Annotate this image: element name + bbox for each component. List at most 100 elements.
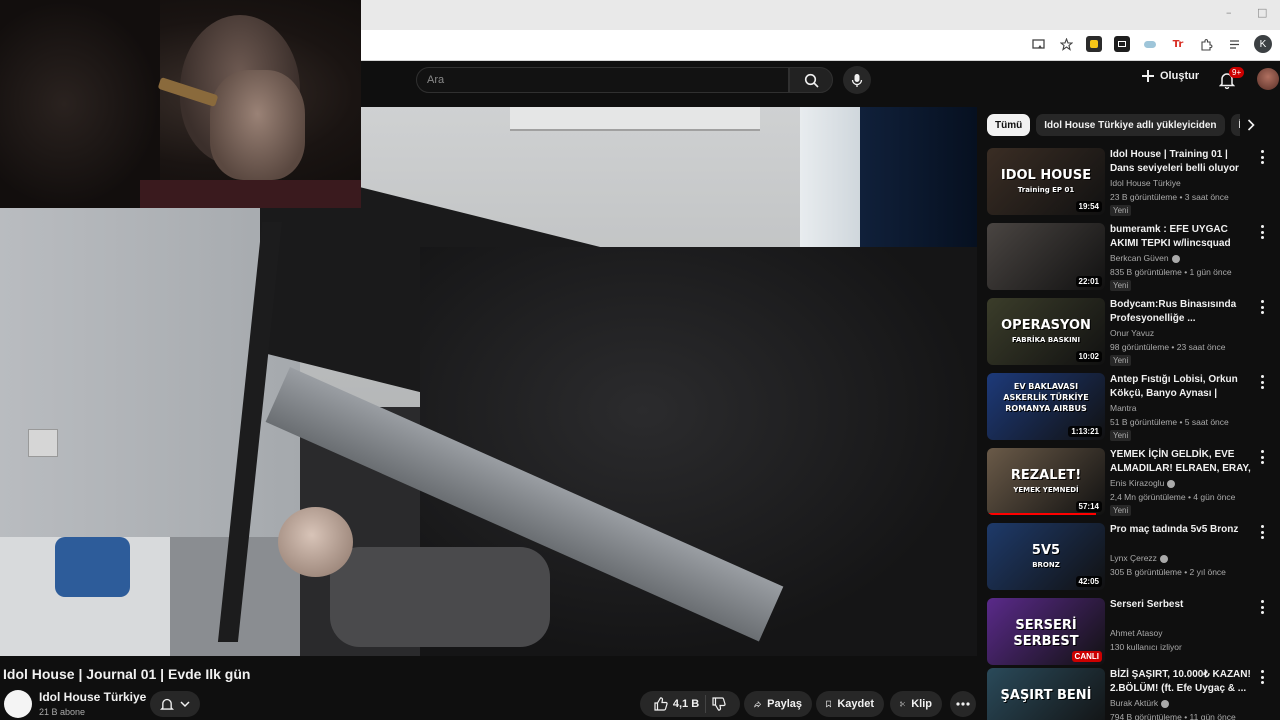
clip-button[interactable]: Klip (890, 691, 942, 717)
scissors-icon (900, 701, 905, 707)
maximize-button[interactable]: □ (1257, 6, 1267, 19)
dot (1260, 225, 1264, 228)
video-duration: 19:54 (1075, 201, 1102, 212)
video-duration: 57:14 (1075, 501, 1102, 512)
recommendation-item[interactable]: SERSERİ SERBEST CANLI Serseri Serbest Ahmet… (987, 598, 1280, 668)
dot (1260, 236, 1264, 239)
notifications-badge: 9+ (1229, 67, 1245, 78)
live-badge: CANLI (1071, 651, 1102, 662)
dot (1260, 230, 1264, 234)
more-vertical-icon[interactable] (1257, 450, 1267, 464)
more-actions-button[interactable] (950, 691, 976, 717)
recommendation-title[interactable]: Pro maç tadında 5v5 Bronz (1110, 523, 1255, 537)
recommendation-title[interactable]: Idol House | Training 01 | Dans seviyele… (1110, 148, 1255, 176)
dot (1260, 161, 1264, 164)
recommendation-item[interactable]: 22:01 bumeramk : EFE UYGAC AKIMI TEPKI w/… (987, 223, 1280, 293)
recommendation-thumbnail[interactable]: SERSERİ SERBEST CANLI (987, 598, 1105, 665)
more-vertical-icon[interactable] (1257, 525, 1267, 539)
recommendation-thumbnail[interactable]: ŞAŞIRT BENİ (987, 668, 1105, 720)
recommendation-channel[interactable]: Mantra (1110, 403, 1136, 413)
cast-icon[interactable] (1030, 36, 1046, 52)
recommendation-item[interactable]: OPERASYON FABRİKA BASKINI 10:02 Bodycam:Rus… (987, 298, 1280, 368)
account-avatar[interactable] (1257, 68, 1279, 90)
recommendation-item[interactable]: 5V5 BRONZ 42:05 Pro maç tadında 5v5 Bronz Ly… (987, 523, 1280, 593)
more-vertical-icon[interactable] (1257, 300, 1267, 314)
webcam-overlay (0, 0, 361, 208)
voice-search-button[interactable] (843, 66, 871, 94)
save-label: Kaydet (837, 698, 874, 710)
thumbnail-subtext: YEMEK YEMNEDİ (1013, 486, 1079, 494)
recommendation-title[interactable]: Serseri Serbest (1110, 598, 1255, 612)
ext-cloud-icon[interactable] (1142, 36, 1158, 52)
new-badge: Yeni (1110, 280, 1132, 291)
more-vertical-icon[interactable] (1257, 225, 1267, 239)
dot (1260, 375, 1264, 378)
star-icon[interactable] (1058, 36, 1074, 52)
browser-profile-avatar[interactable]: K (1254, 35, 1272, 53)
more-vertical-icon[interactable] (1257, 150, 1267, 164)
recommendation-item[interactable]: IDOL HOUSE Training EP 01 19:54 Idol House … (987, 148, 1280, 218)
subscription-notifications-button[interactable] (150, 691, 200, 717)
recommendation-channel[interactable]: Idol House Türkiye (1110, 178, 1181, 188)
recommendation-title[interactable]: BİZİ ŞAŞIRT, 10.000₺ KAZAN! 2.BÖLÜM! (ft… (1110, 668, 1255, 696)
ext-dark-icon[interactable] (1114, 36, 1130, 52)
channel-name[interactable]: Idol House Türkiye (39, 690, 146, 704)
minimize-button[interactable]: – (1226, 6, 1232, 19)
search-input[interactable]: Ara (416, 67, 789, 93)
dot (1260, 311, 1264, 314)
dot (1260, 455, 1264, 459)
thumbnail-subtext: Training EP 01 (1017, 186, 1075, 194)
recommendation-item[interactable]: ŞAŞIRT BENİ BİZİ ŞAŞIRT, 10.000₺ KAZAN! 2… (987, 668, 1280, 720)
verified-icon (1161, 699, 1170, 708)
recommendation-title[interactable]: Bodycam:Rus Binasısında Profesyonelliğe … (1110, 298, 1255, 326)
recommendation-channel[interactable]: Onur Yavuz (1110, 328, 1154, 338)
like-dislike-group: 4,1 B (640, 691, 740, 717)
recommendation-title[interactable]: Antep Fıstığı Lobisi, Orkun Kökçü, Banyo… (1110, 373, 1255, 401)
recommendation-thumbnail[interactable]: 5V5 BRONZ 42:05 (987, 523, 1105, 590)
new-badge: Yeni (1110, 505, 1132, 516)
video-title: Idol House | Journal 01 | Evde Ilk gün (3, 666, 251, 682)
recommendation-channel[interactable]: Ahmet Atasoy (1110, 628, 1162, 638)
more-vertical-icon[interactable] (1257, 670, 1267, 684)
recommendation-item[interactable]: REZALET! YEMEK YEMNEDİ 57:14 YEMEK İÇİN GEL… (987, 448, 1280, 518)
recommendation-thumbnail[interactable]: REZALET! YEMEK YEMNEDİ 57:14 (987, 448, 1105, 515)
save-button[interactable]: Kaydet (816, 691, 884, 717)
share-label: Paylaş (767, 698, 802, 710)
recommendation-channel[interactable]: Lynx Çerezz (1110, 553, 1168, 563)
thumbs-up-icon (654, 697, 668, 711)
share-button[interactable]: Paylaş (744, 691, 812, 717)
puzzle-icon[interactable] (1198, 36, 1214, 52)
create-button[interactable]: Oluştur (1141, 69, 1199, 83)
more-vertical-icon[interactable] (1257, 600, 1267, 614)
recommendation-channel[interactable]: Berkcan Güven (1110, 253, 1180, 263)
dot (1260, 530, 1264, 534)
bell-icon (160, 698, 174, 710)
chip-all[interactable]: Tümü (987, 114, 1031, 136)
search-button[interactable] (789, 67, 833, 93)
chips-next-button[interactable] (1240, 113, 1262, 137)
dot (1260, 386, 1264, 389)
dot (1260, 380, 1264, 384)
more-horizontal-icon (956, 702, 970, 706)
recommendation-thumbnail[interactable]: 22:01 (987, 223, 1105, 290)
recommendation-item[interactable]: EV BAKLAVASI ASKERLİK TÜRKİYE ROMANYA AI… (987, 373, 1280, 443)
recommendation-thumbnail[interactable]: EV BAKLAVASI ASKERLİK TÜRKİYE ROMANYA AI… (987, 373, 1105, 440)
recommendation-channel[interactable]: Burak Aktürk (1110, 698, 1170, 708)
ext-yellow-icon[interactable] (1086, 36, 1102, 52)
dot (1260, 305, 1264, 309)
chip-from-uploader[interactable]: Idol House Türkiye adlı yükleyiciden (1036, 114, 1225, 136)
ext-red-icon[interactable]: Tr (1170, 36, 1186, 52)
recommendation-channel[interactable]: Enis Kirazoglu (1110, 478, 1176, 488)
channel-avatar[interactable] (4, 690, 32, 718)
recommendation-title[interactable]: bumeramk : EFE UYGAC AKIMI TEPKI w/lincs… (1110, 223, 1255, 251)
tabs-icon[interactable] (1226, 36, 1242, 52)
recommendation-title[interactable]: YEMEK İÇİN GELDİK, EVE ALMADILAR! ELRAEN… (1110, 448, 1255, 476)
verified-icon (1167, 479, 1176, 488)
recommendation-thumbnail[interactable]: IDOL HOUSE Training EP 01 19:54 (987, 148, 1105, 215)
verified-icon (1159, 554, 1168, 563)
more-vertical-icon[interactable] (1257, 375, 1267, 389)
dislike-button[interactable] (712, 697, 726, 711)
like-button[interactable]: 4,1 B (654, 697, 699, 711)
recommendation-thumbnail[interactable]: OPERASYON FABRİKA BASKINI 10:02 (987, 298, 1105, 365)
screen: – □ Tr K Ara Oluştur 9+ Idol House | Jou… (0, 0, 1280, 720)
